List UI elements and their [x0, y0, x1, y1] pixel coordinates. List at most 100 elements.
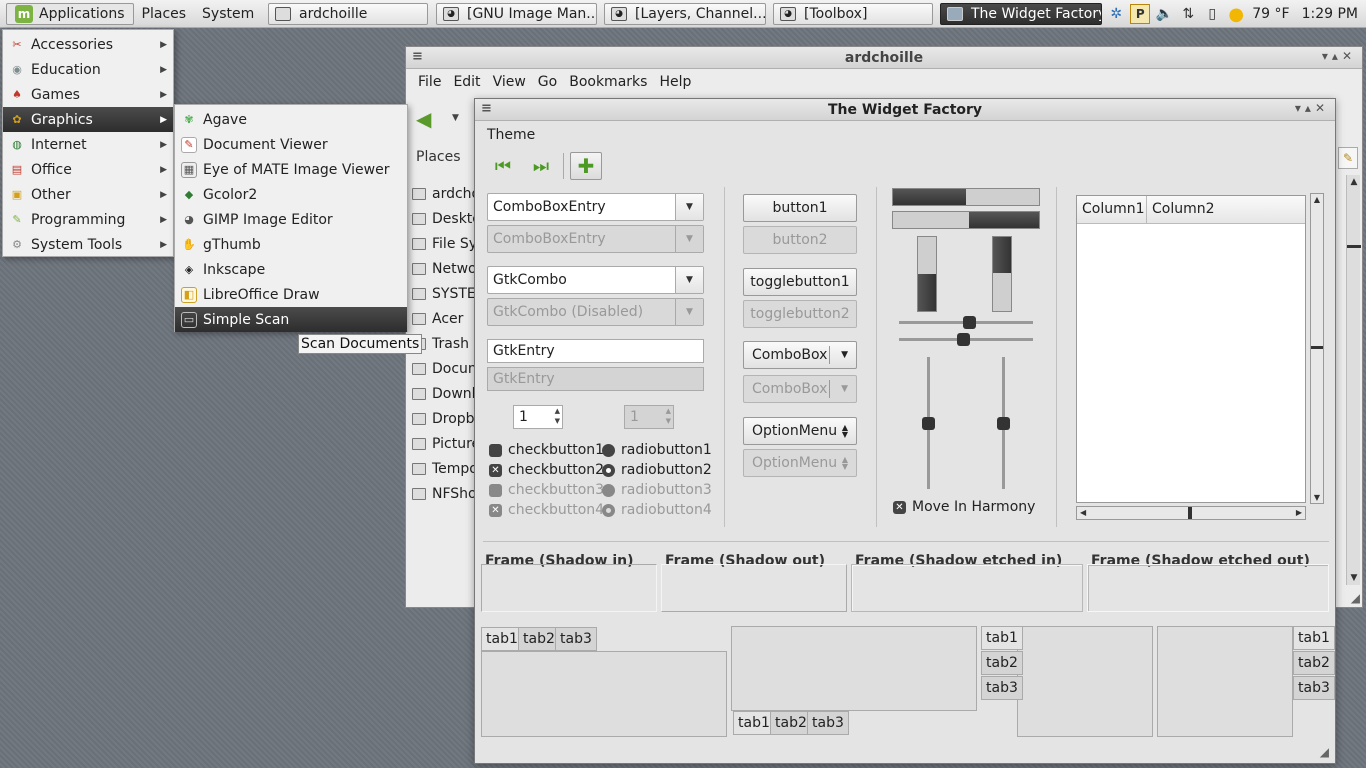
scroll-thumb[interactable]	[1347, 245, 1361, 248]
notebook-bottom-tab2[interactable]: tab2	[770, 711, 812, 735]
menu-item-accessories[interactable]: ✂ Accessories ▶	[3, 32, 173, 57]
notebook-left-tab2[interactable]: tab2	[981, 651, 1023, 675]
taskbar-item-widget-factory[interactable]: The Widget Factory	[940, 3, 1102, 25]
notebook-top-tab3[interactable]: tab3	[555, 627, 597, 651]
menu-item-office[interactable]: ▤ Office ▶	[3, 157, 173, 182]
place-item[interactable]: Downl	[408, 381, 476, 406]
checkbutton2[interactable]: ✕ checkbutton2	[489, 462, 604, 478]
battery-icon[interactable]: ▯	[1202, 4, 1222, 24]
scroll-up-icon[interactable]: ▲	[1311, 195, 1323, 204]
menu-bookmarks[interactable]: Bookmarks	[569, 74, 647, 90]
radiobutton1[interactable]: radiobutton1	[602, 442, 712, 458]
horizontal-scale-1[interactable]	[899, 316, 1033, 329]
menu-view[interactable]: View	[493, 74, 526, 90]
notebook-bottom-tab3[interactable]: tab3	[807, 711, 849, 735]
place-item[interactable]: SYSTEI	[408, 281, 476, 306]
vertical-scale-2[interactable]	[997, 357, 1010, 489]
place-item[interactable]: File Sy	[408, 231, 476, 256]
checkbox-checked-icon[interactable]: ✕	[893, 500, 906, 514]
notebook-bottom-tab1[interactable]: tab1	[733, 711, 775, 735]
volume-icon[interactable]: 🔈	[1154, 4, 1174, 24]
place-item[interactable]: ardcho	[408, 181, 476, 206]
taskbar-item-ardchoille[interactable]: ardchoille	[268, 3, 428, 25]
tree-view[interactable]: Column1 Column2	[1076, 195, 1306, 503]
window-controls[interactable]: ▾▴✕	[1295, 101, 1329, 115]
weather-temperature[interactable]: 79 °F	[1252, 6, 1289, 22]
add-icon[interactable]: ✚	[570, 152, 602, 180]
go-first-icon[interactable]: ⏮	[487, 152, 519, 180]
spin-button[interactable]: 1 ▲ ▼	[513, 405, 563, 429]
place-item[interactable]: Acer	[408, 306, 476, 331]
option-menu[interactable]: OptionMenu ▲ ▼	[743, 417, 857, 445]
gtk-entry[interactable]: GtkEntry	[487, 339, 704, 363]
place-item[interactable]: Docum	[408, 356, 476, 381]
taskbar-item-gimp-image[interactable]: ◕ [GNU Image Man...	[436, 3, 597, 25]
taskbar-item-gimp-layers[interactable]: ◕ [Layers, Channel...	[604, 3, 766, 25]
scroll-down-icon[interactable]: ▼	[1347, 573, 1361, 583]
menu-item-gthumb[interactable]: ✋ gThumb	[175, 232, 407, 257]
back-arrow-icon[interactable]: ◀	[416, 107, 431, 131]
applications-menu[interactable]: m Applications	[6, 2, 134, 25]
scroll-thumb[interactable]	[1311, 346, 1323, 349]
horizontal-scale-2[interactable]	[899, 333, 1033, 346]
menu-item-graphics[interactable]: ✿ Graphics ▶	[3, 107, 173, 132]
search-brush-icon[interactable]: ✎	[1338, 147, 1358, 169]
notebook-left-tab3[interactable]: tab3	[981, 676, 1023, 700]
combobox-button[interactable]: ComboBox ▼	[743, 341, 857, 369]
network-icon[interactable]: ⇅	[1178, 4, 1198, 24]
notebook-left-tab1[interactable]: tab1	[981, 626, 1023, 650]
scroll-down-icon[interactable]: ▼	[1311, 493, 1323, 502]
move-in-harmony-check[interactable]: ✕ Move In Harmony	[893, 499, 1035, 515]
menu-item-system-tools[interactable]: ⚙ System Tools ▶	[3, 232, 173, 257]
gtk-combo[interactable]: GtkCombo ▼	[487, 266, 704, 294]
menu-item-eye-of-mate[interactable]: ▦ Eye of MATE Image Viewer	[175, 157, 407, 182]
menu-item-education[interactable]: ◉ Education ▶	[3, 57, 173, 82]
column-header-1[interactable]: Column1	[1077, 196, 1147, 223]
button1[interactable]: button1	[743, 194, 857, 222]
places-menu[interactable]: Places	[134, 3, 195, 25]
notebook-top-tab2[interactable]: tab2	[518, 627, 560, 651]
place-item[interactable]: NFSho	[408, 481, 476, 506]
vertical-scale-1[interactable]	[922, 357, 935, 489]
menu-go[interactable]: Go	[538, 74, 557, 90]
radiobutton2[interactable]: radiobutton2	[602, 462, 712, 478]
column-header-2[interactable]: Column2	[1147, 196, 1305, 223]
scroll-up-icon[interactable]: ▲	[1347, 177, 1361, 187]
file-manager-titlebar[interactable]: ≡ ardchoille ▾▴✕	[406, 47, 1362, 69]
spin-arrows-icon[interactable]: ▲ ▼	[555, 406, 560, 426]
spin-value[interactable]: 1	[519, 409, 528, 425]
place-item[interactable]: Dropbo	[408, 406, 476, 431]
combobox-entry-text[interactable]: ComboBoxEntry	[488, 199, 675, 215]
pidgin-icon[interactable]: P	[1130, 4, 1151, 24]
resize-grip-icon[interactable]: ◢	[1351, 591, 1360, 605]
scroll-left-icon[interactable]: ◀	[1080, 507, 1086, 519]
gtk-combo-text[interactable]: GtkCombo	[488, 272, 675, 288]
weather-sun-icon[interactable]: ●	[1226, 4, 1246, 25]
chevron-down-icon[interactable]: ▼	[675, 267, 703, 293]
menu-item-document-viewer[interactable]: ✎ Document Viewer	[175, 132, 407, 157]
menu-file[interactable]: File	[418, 74, 441, 90]
place-item[interactable]: Netwo	[408, 256, 476, 281]
menu-item-agave[interactable]: ✾ Agave	[175, 107, 407, 132]
file-manager-scrollbar[interactable]: ▲ ▼	[1346, 175, 1361, 585]
menu-item-gcolor2[interactable]: ◆ Gcolor2	[175, 182, 407, 207]
menu-help[interactable]: Help	[659, 74, 691, 90]
scroll-thumb[interactable]	[1188, 507, 1192, 519]
menu-item-inkscape[interactable]: ◈ Inkscape	[175, 257, 407, 282]
taskbar-item-gimp-toolbox[interactable]: ◕ [Toolbox]	[773, 3, 933, 25]
place-item[interactable]: Deskto	[408, 206, 476, 231]
tree-view-hscrollbar[interactable]: ◀ ▶	[1076, 506, 1306, 520]
menu-item-programming[interactable]: ✎ Programming ▶	[3, 207, 173, 232]
menu-item-libreoffice-draw[interactable]: ◧ LibreOffice Draw	[175, 282, 407, 307]
radio-icon[interactable]	[602, 443, 615, 457]
system-menu[interactable]: System	[194, 3, 262, 25]
menu-theme[interactable]: Theme	[487, 127, 535, 143]
clock[interactable]: 1:29 PM	[1302, 6, 1358, 22]
go-last-icon[interactable]: ⏭	[525, 152, 557, 180]
notebook-right-tab1[interactable]: tab1	[1293, 626, 1335, 650]
chevron-down-icon[interactable]: ▼	[675, 194, 703, 220]
togglebutton1[interactable]: togglebutton1	[743, 268, 857, 296]
widget-factory-titlebar[interactable]: ≡ The Widget Factory ▾▴✕	[475, 99, 1335, 121]
checkbox-checked-icon[interactable]: ✕	[489, 463, 502, 477]
notebook-right-tab3[interactable]: tab3	[1293, 676, 1335, 700]
